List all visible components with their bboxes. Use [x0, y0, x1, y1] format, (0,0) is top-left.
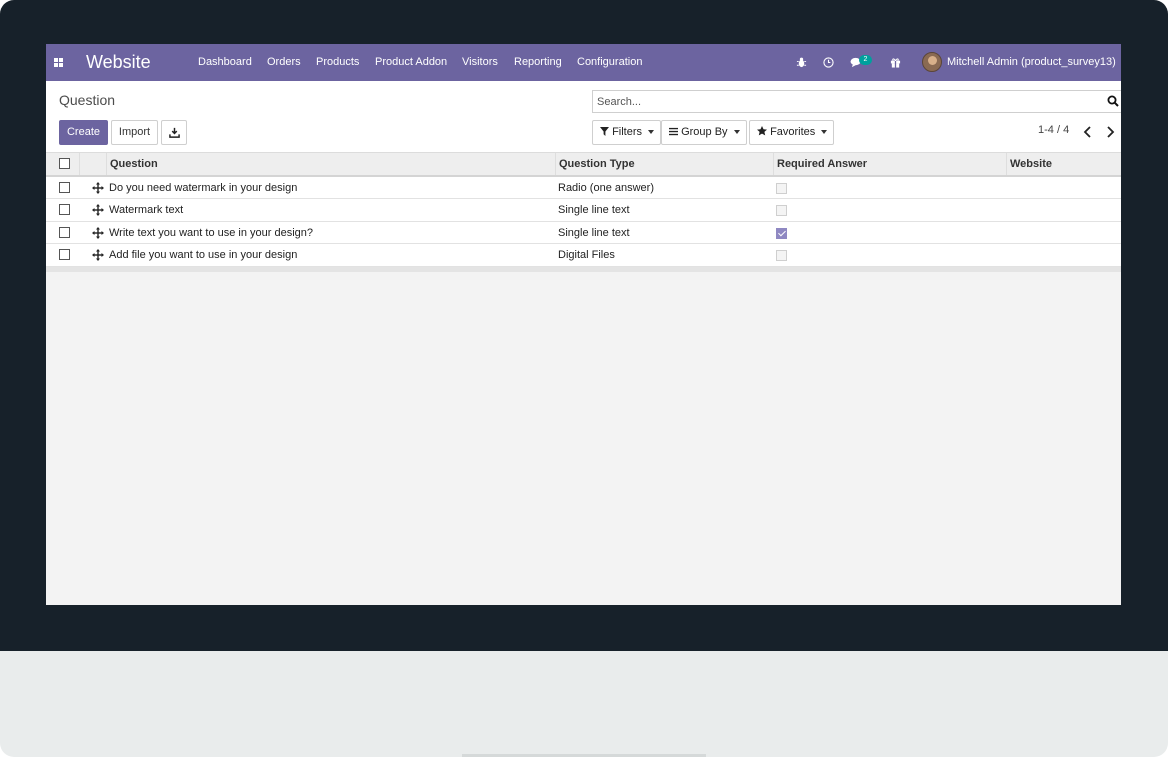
required-answer-checkbox — [776, 227, 787, 239]
messages-count-badge: 2 — [859, 55, 872, 65]
question-type-cell: Single line text — [558, 204, 630, 217]
filter-funnel-icon — [600, 127, 609, 136]
table-header: Question Question Type Required Answer W… — [46, 153, 1121, 177]
question-type-cell: Digital Files — [558, 249, 615, 262]
menu-item-orders[interactable]: Orders — [267, 44, 301, 81]
gift-icon[interactable] — [888, 44, 902, 81]
menu-item-product-addon[interactable]: Product Addon — [375, 44, 447, 81]
filters-label: Filters — [612, 126, 643, 138]
favorites-star-icon — [757, 126, 767, 136]
column-header-question-type[interactable]: Question Type — [559, 153, 635, 175]
table-row[interactable]: Add file you want to use in your design … — [46, 244, 1121, 267]
main-navbar: Website Dashboard Orders Products Produc… — [46, 44, 1121, 81]
menu-item-dashboard[interactable]: Dashboard — [198, 44, 252, 81]
pager-next-icon[interactable] — [1104, 126, 1116, 138]
question-type-cell: Single line text — [558, 226, 630, 239]
table-row[interactable]: Write text you want to use in your desig… — [46, 222, 1121, 245]
question-cell: Do you need watermark in your design — [109, 182, 298, 194]
question-cell: Watermark text — [109, 204, 184, 217]
create-button[interactable]: Create — [59, 120, 108, 145]
question-type-cell: Radio (one answer) — [558, 182, 654, 194]
group-by-caret-icon — [733, 130, 740, 135]
user-name-label: Mitchell Admin (product_survey13) — [947, 56, 1116, 68]
required-answer-checkbox — [776, 250, 787, 262]
favorites-dropdown[interactable]: Favorites — [749, 120, 835, 145]
pager-previous-icon[interactable] — [1082, 126, 1094, 138]
group-by-bars-icon — [669, 127, 678, 136]
filters-caret-icon — [648, 130, 655, 135]
select-all-checkbox[interactable] — [59, 158, 70, 169]
drag-handle-icon[interactable] — [92, 249, 104, 262]
app-title[interactable]: Website — [86, 44, 151, 81]
control-panel: Question Create Import Filters Group By … — [46, 81, 1121, 153]
menu-item-reporting[interactable]: Reporting — [514, 44, 562, 81]
favorites-caret-icon — [821, 130, 828, 135]
row-select-checkbox[interactable] — [59, 249, 70, 261]
filters-dropdown[interactable]: Filters — [592, 120, 662, 145]
search-bar — [592, 90, 1121, 113]
group-by-label: Group By — [681, 126, 728, 138]
search-icon[interactable] — [1107, 95, 1119, 107]
pager-value[interactable]: 1-4 / 4 — [1038, 124, 1069, 136]
apps-menu-icon[interactable] — [54, 44, 66, 81]
monitor-stand — [0, 651, 1168, 757]
user-avatar[interactable] — [922, 52, 942, 72]
required-answer-checkbox — [776, 183, 787, 194]
table-row[interactable]: Do you need watermark in your design Rad… — [46, 177, 1121, 200]
search-input[interactable] — [597, 91, 1087, 112]
breadcrumb: Question — [59, 92, 116, 108]
row-select-checkbox[interactable] — [59, 182, 70, 193]
menu-item-visitors[interactable]: Visitors — [462, 44, 498, 81]
download-icon — [168, 127, 180, 138]
menu-item-configuration[interactable]: Configuration — [577, 44, 642, 81]
user-menu[interactable]: Mitchell Admin (product_survey13) — [947, 44, 1121, 81]
device-frame: Website Dashboard Orders Products Produc… — [0, 0, 1168, 757]
drag-handle-icon[interactable] — [92, 182, 104, 194]
row-select-checkbox[interactable] — [59, 204, 70, 216]
column-header-question[interactable]: Question — [110, 153, 158, 175]
import-button[interactable]: Import — [111, 120, 158, 145]
export-download-button[interactable] — [161, 120, 187, 145]
question-list-table: Question Question Type Required Answer W… — [46, 153, 1121, 272]
table-footer — [46, 266, 1121, 272]
row-select-checkbox[interactable] — [59, 226, 70, 238]
column-header-required-answer[interactable]: Required Answer — [777, 153, 867, 175]
debug-bug-icon[interactable] — [794, 44, 808, 81]
group-by-dropdown[interactable]: Group By — [661, 120, 747, 145]
column-header-website[interactable]: Website — [1010, 153, 1052, 175]
app-screen: Website Dashboard Orders Products Produc… — [46, 44, 1121, 605]
table-row[interactable]: Watermark text Single line text — [46, 199, 1121, 222]
menu-item-products[interactable]: Products — [316, 44, 359, 81]
required-answer-checkbox — [776, 205, 787, 217]
question-cell: Add file you want to use in your design — [109, 249, 298, 262]
question-cell: Write text you want to use in your desig… — [109, 226, 314, 239]
drag-handle-icon[interactable] — [92, 204, 104, 217]
drag-handle-icon[interactable] — [92, 226, 104, 239]
favorites-label: Favorites — [770, 126, 816, 138]
activity-clock-icon[interactable] — [821, 44, 835, 81]
